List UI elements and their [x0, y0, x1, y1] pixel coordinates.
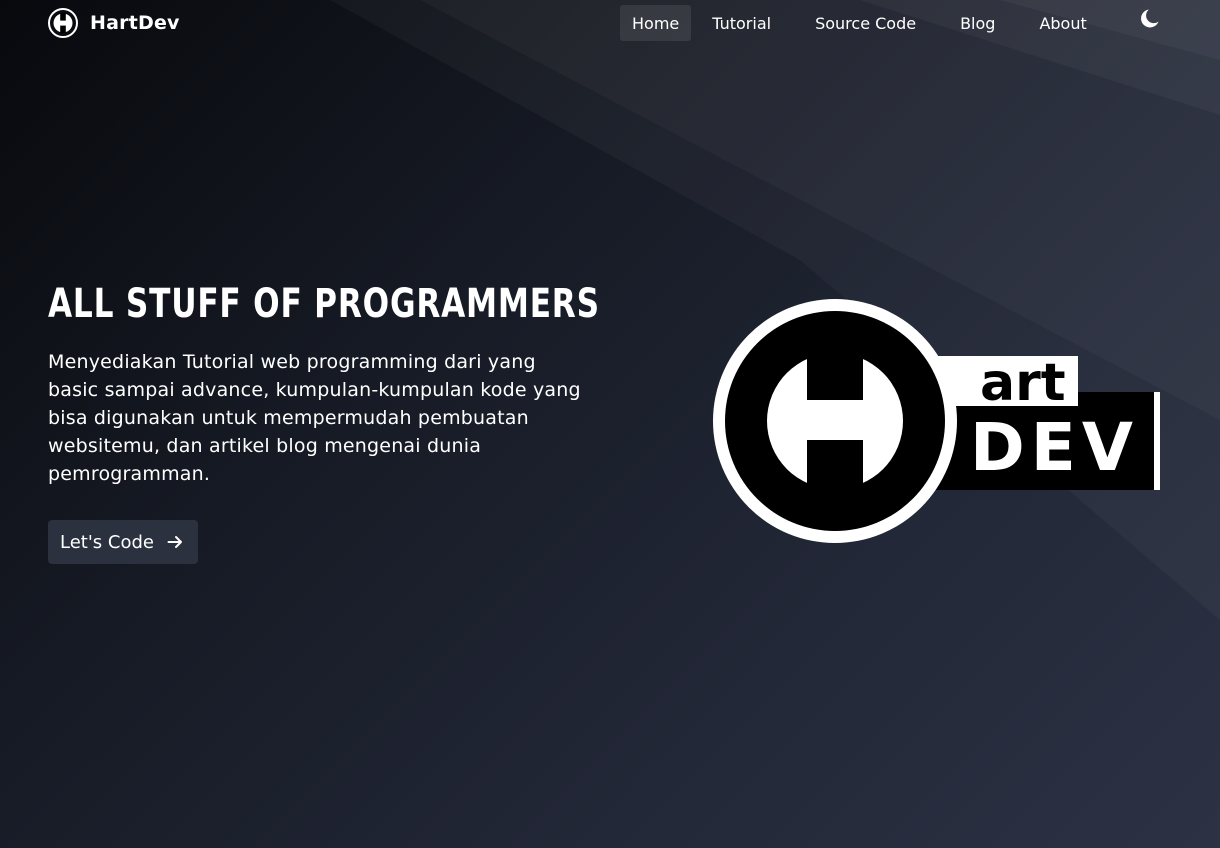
- logo-word-dev: DEV: [970, 409, 1139, 486]
- brand-link[interactable]: HartDev: [48, 8, 180, 38]
- hartdev-logo-icon: [48, 8, 78, 38]
- nav-link-home[interactable]: Home: [620, 5, 692, 41]
- hartdev-hero-logo: art DEV: [712, 298, 1164, 544]
- nav-link-blog[interactable]: Blog: [948, 5, 1007, 41]
- theme-toggle-button[interactable]: [1138, 7, 1162, 31]
- nav-link-source-code[interactable]: Source Code: [803, 5, 928, 41]
- cta-label: Let's Code: [60, 531, 154, 553]
- arrow-right-icon: [166, 533, 184, 551]
- hero-title: ALL STUFF OF PROGRAMMERS: [48, 281, 600, 327]
- brand-name: HartDev: [90, 12, 180, 34]
- moon-icon: [1138, 7, 1162, 31]
- navbar: HartDev Home Tutorial Source Code Blog A…: [0, 0, 1220, 46]
- logo-word-art: art: [980, 353, 1066, 413]
- lets-code-button[interactable]: Let's Code: [48, 520, 198, 564]
- nav-link-about[interactable]: About: [1027, 5, 1098, 41]
- nav-menu: Home Tutorial Source Code Blog About: [620, 5, 1099, 41]
- hero-description: Menyediakan Tutorial web programming dar…: [48, 351, 581, 485]
- nav-link-tutorial[interactable]: Tutorial: [700, 5, 783, 41]
